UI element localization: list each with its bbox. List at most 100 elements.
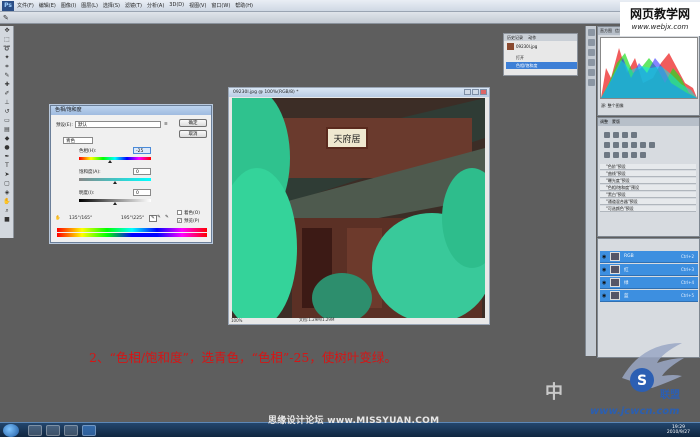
curves-icon[interactable] (622, 132, 628, 138)
visibility-eye-icon[interactable]: ◉ (602, 267, 606, 273)
dock-actions-icon[interactable] (588, 39, 595, 46)
gradient-tool-icon[interactable]: ▤ (2, 126, 12, 134)
menu-view[interactable]: 视图(V) (189, 2, 206, 9)
menu-help[interactable]: 帮助(H) (235, 2, 253, 9)
preset-options-icon[interactable]: ≡ (164, 122, 168, 127)
marquee-tool-icon[interactable]: ⬚ (2, 36, 12, 44)
stamp-tool-icon[interactable]: ⊥ (2, 99, 12, 107)
dock-character-icon[interactable] (588, 69, 595, 76)
eyedropper-icon[interactable]: ✎ (149, 215, 157, 222)
preview-checkbox[interactable]: ✓ (177, 218, 182, 223)
taskbar-media-icon[interactable] (64, 425, 78, 436)
lightness-input[interactable]: 0 (133, 189, 151, 196)
path-select-tool-icon[interactable]: ➤ (2, 171, 12, 179)
levels-icon[interactable] (613, 132, 619, 138)
shape-tool-icon[interactable]: ▢ (2, 180, 12, 188)
history-item-hue[interactable]: 色相/饱和度 (506, 62, 577, 69)
channel-row-green[interactable]: ◉ 绿 Ctrl+4 (600, 277, 698, 289)
menu-select[interactable]: 选择(S) (103, 2, 120, 9)
magic-wand-tool-icon[interactable]: ✦ (2, 54, 12, 62)
ok-button[interactable]: 确定 (179, 119, 207, 127)
eyedropper-tool-icon[interactable]: ✎ (2, 72, 12, 80)
tab-histogram[interactable]: 直方图 (600, 27, 612, 35)
menu-analysis[interactable]: 分析(A) (147, 2, 164, 9)
move-tool-icon[interactable]: ✥ (2, 27, 12, 35)
menu-edit[interactable]: 编辑(E) (39, 2, 56, 9)
saturation-input[interactable]: 0 (133, 168, 151, 175)
eyedropper-plus-icon[interactable]: ✎ (157, 215, 161, 220)
menu-window[interactable]: 窗口(W) (211, 2, 230, 9)
taskbar-photoshop-icon[interactable] (82, 425, 96, 436)
preset-curves[interactable]: "曲线"预设 (600, 171, 696, 177)
preset-hue-saturation[interactable]: "色相/饱和度"预设 (600, 185, 696, 191)
channel-mixer-icon[interactable] (649, 142, 655, 148)
tab-history[interactable]: 历史记录 (507, 35, 523, 40)
tab-masks[interactable]: 蒙版 (612, 118, 620, 126)
foreground-color-icon[interactable]: ■ (2, 216, 12, 224)
dock-history-icon[interactable] (588, 29, 595, 36)
channel-select[interactable]: 青色 (63, 137, 93, 144)
hand-tool-icon[interactable]: ✋ (2, 198, 12, 206)
hand-icon[interactable]: ✋ (55, 216, 61, 221)
eyedropper-icon[interactable]: ✎ (3, 14, 11, 22)
hue-input[interactable]: -25 (133, 147, 151, 154)
visibility-eye-icon[interactable]: ◉ (602, 254, 606, 260)
selective-color-icon[interactable] (640, 152, 646, 158)
history-item-open[interactable]: 打开 (506, 54, 577, 61)
pen-tool-icon[interactable]: ✒ (2, 153, 12, 161)
preset-levels[interactable]: "色阶"预设 (600, 164, 696, 170)
hue-icon[interactable] (613, 142, 619, 148)
blur-tool-icon[interactable]: ◆ (2, 135, 12, 143)
hue-slider[interactable] (79, 157, 151, 160)
start-button[interactable] (3, 424, 19, 437)
dock-paragraph-icon[interactable] (588, 79, 595, 86)
channel-row-red[interactable]: ◉ 红 Ctrl+3 (600, 264, 698, 276)
posterize-icon[interactable] (613, 152, 619, 158)
menu-layer[interactable]: 图层(L) (81, 2, 98, 9)
dock-clone-icon[interactable] (588, 59, 595, 66)
taskbar-explorer-icon[interactable] (46, 425, 60, 436)
preset-selective-color[interactable]: "可选颜色"预设 (600, 206, 696, 212)
invert-icon[interactable] (604, 152, 610, 158)
colorize-checkbox[interactable] (177, 210, 182, 215)
brush-tool-icon[interactable]: ✐ (2, 90, 12, 98)
channel-row-blue[interactable]: ◉ 蓝 Ctrl+5 (600, 290, 698, 302)
system-clock[interactable]: 19:29 2010/9/27 (667, 425, 690, 435)
minimize-button[interactable] (464, 89, 471, 95)
histogram-source[interactable]: 源: 整个图像 (601, 103, 624, 109)
zoom-tool-icon[interactable]: ⌕ (2, 207, 12, 215)
taskbar-ie-icon[interactable] (28, 425, 42, 436)
cancel-button[interactable]: 取消 (179, 130, 207, 138)
preset-exposure[interactable]: "曝光度"预设 (600, 178, 696, 184)
lightness-slider-thumb[interactable] (113, 202, 117, 205)
color-balance-icon[interactable] (622, 142, 628, 148)
photo-canvas[interactable]: 天府居 (232, 98, 485, 318)
brightness-icon[interactable] (604, 132, 610, 138)
history-snapshot[interactable]: 09230l.jpg (506, 43, 577, 50)
tab-actions[interactable]: 动作 (528, 35, 536, 40)
channel-row-rgb[interactable]: ◉ RGB Ctrl+2 (600, 251, 698, 263)
maximize-button[interactable] (472, 89, 479, 95)
zoom-level[interactable]: 100% (231, 318, 242, 323)
dodge-tool-icon[interactable]: ● (2, 144, 12, 152)
tab-adjustments[interactable]: 调整 (600, 118, 608, 126)
eraser-tool-icon[interactable]: ▭ (2, 117, 12, 125)
menu-3d[interactable]: 3D(D) (169, 2, 184, 9)
gradient-map-icon[interactable] (631, 152, 637, 158)
visibility-eye-icon[interactable]: ◉ (602, 293, 606, 299)
preset-black-white[interactable]: "黑白"预设 (600, 192, 696, 198)
close-button[interactable] (480, 89, 487, 95)
black-white-icon[interactable] (631, 142, 637, 148)
dock-brushes-icon[interactable] (588, 49, 595, 56)
exposure-icon[interactable] (631, 132, 637, 138)
menu-image[interactable]: 图像(I) (61, 2, 76, 9)
hue-slider-thumb[interactable] (107, 160, 112, 163)
photo-filter-icon[interactable] (640, 142, 646, 148)
eyedropper-minus-icon[interactable]: ✎ (165, 215, 169, 220)
saturation-slider-thumb[interactable] (113, 181, 117, 184)
3d-tool-icon[interactable]: ◈ (2, 189, 12, 197)
vibrance-icon[interactable] (604, 142, 610, 148)
history-brush-tool-icon[interactable]: ↺ (2, 108, 12, 116)
threshold-icon[interactable] (622, 152, 628, 158)
healing-tool-icon[interactable]: ✚ (2, 81, 12, 89)
